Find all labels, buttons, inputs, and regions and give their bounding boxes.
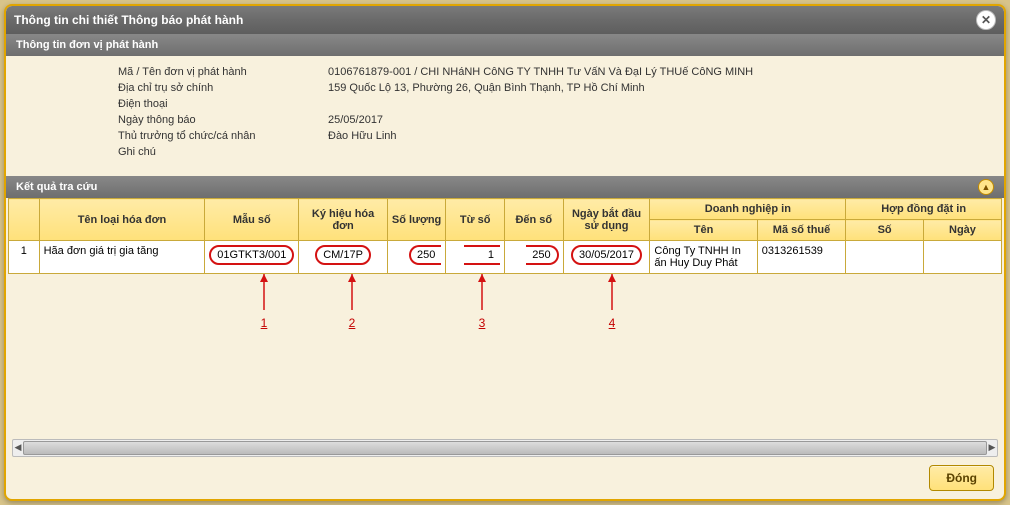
info-row: Thủ trưởng tổ chức/cá nhân Đào Hữu Linh: [18, 128, 992, 144]
highlight: 1: [464, 245, 500, 265]
highlight: 250: [409, 245, 441, 265]
col-hd-so: Số: [846, 220, 924, 241]
scrollbar-thumb[interactable]: [23, 441, 987, 455]
highlight: 30/05/2017: [571, 245, 642, 265]
callout-label: 3: [479, 316, 486, 330]
callout-arrow: 2: [346, 274, 358, 330]
modal-dialog: Thông tin chi thiết Thông báo phát hành …: [4, 4, 1006, 501]
callout-arrow: 3: [476, 274, 488, 330]
info-label: Ghi chú: [18, 146, 328, 158]
scroll-right-icon[interactable]: ▶: [987, 440, 997, 454]
section-header-issuer: Thông tin đơn vị phát hành: [6, 34, 1004, 56]
info-label: Địa chỉ trụ sở chính: [18, 82, 328, 94]
info-label: Mã / Tên đơn vị phát hành: [18, 66, 328, 78]
col-tuso: Từ số: [446, 199, 505, 241]
cell-ngaybd: 30/05/2017: [563, 241, 650, 274]
info-value: 25/05/2017: [328, 114, 992, 126]
chevron-up-icon[interactable]: ▲: [978, 179, 994, 195]
cell-kyhieu: CM/17P: [299, 241, 387, 274]
table-row: 1 Hãa đơn giá trị gia tăng 01GTKT3/001 C…: [9, 241, 1002, 274]
callout-label: 4: [609, 316, 616, 330]
info-row: Ghi chú: [18, 144, 992, 160]
callout-arrow: 1: [258, 274, 270, 330]
info-value: 0106761879-001 / CHI NHáNH CôNG TY TNHH …: [328, 66, 992, 78]
cell-dn-ten: Công Ty TNHH In ấn Huy Duy Phát: [650, 241, 757, 274]
col-dn-mst: Mã số thuế: [757, 220, 846, 241]
cell-mau: 01GTKT3/001: [205, 241, 299, 274]
highlight: 250: [526, 245, 558, 265]
col-hd-ngay: Ngày: [923, 220, 1001, 241]
scroll-left-icon[interactable]: ◀: [13, 440, 23, 454]
col-kyhieu: Ký hiệu hóa đơn: [299, 199, 387, 241]
cell-idx: 1: [9, 241, 40, 274]
info-row: Mã / Tên đơn vị phát hành 0106761879-001…: [18, 64, 992, 80]
dialog-title: Thông tin chi thiết Thông báo phát hành: [14, 13, 243, 27]
col-soluong: Số lượng: [387, 199, 446, 241]
issuer-info-body: Mã / Tên đơn vị phát hành 0106761879-001…: [6, 56, 1004, 176]
col-hd: Hợp đồng đặt in: [846, 199, 1002, 220]
info-label: Thủ trưởng tổ chức/cá nhân: [18, 130, 328, 142]
section-title-issuer: Thông tin đơn vị phát hành: [16, 39, 158, 51]
col-dn-ten: Tên: [650, 220, 757, 241]
info-row: Địa chỉ trụ sở chính 159 Quốc Lộ 13, Phư…: [18, 80, 992, 96]
close-icon[interactable]: ✕: [976, 10, 996, 30]
highlight: 01GTKT3/001: [209, 245, 294, 265]
info-label: Ngày thông báo: [18, 114, 328, 126]
col-ten: Tên loại hóa đơn: [39, 199, 205, 241]
info-label: Điện thoại: [18, 98, 328, 110]
highlight: CM/17P: [315, 245, 371, 265]
cell-dn-mst: 0313261539: [757, 241, 846, 274]
cell-soluong: 250: [387, 241, 446, 274]
callout-label: 1: [261, 316, 268, 330]
cell-tuso: 1: [446, 241, 505, 274]
cell-hd-ngay: [923, 241, 1001, 274]
col-dn: Doanh nghiệp in: [650, 199, 846, 220]
info-value: 159 Quốc Lộ 13, Phường 26, Quận Bình Thạ…: [328, 82, 992, 94]
cell-ten: Hãa đơn giá trị gia tăng: [39, 241, 205, 274]
info-row: Điện thoại: [18, 96, 992, 112]
section-title-results: Kết quả tra cứu: [16, 181, 97, 193]
col-index: [9, 199, 40, 241]
info-value: [328, 146, 992, 158]
col-ngaybd: Ngày bắt đầu sử dụng: [563, 199, 650, 241]
result-table: Tên loại hóa đơn Mẫu số Ký hiệu hóa đơn …: [8, 198, 1002, 274]
callout-label: 2: [349, 316, 356, 330]
horizontal-scrollbar[interactable]: ◀ ▶: [12, 439, 998, 457]
close-button[interactable]: Đóng: [929, 465, 994, 491]
result-table-wrap: Tên loại hóa đơn Mẫu số Ký hiệu hóa đơn …: [6, 198, 1004, 274]
info-value: [328, 98, 992, 110]
col-denso: Đến số: [505, 199, 564, 241]
info-value: Đào Hữu Linh: [328, 130, 992, 142]
cell-hd-so: [846, 241, 924, 274]
callout-arrow: 4: [606, 274, 618, 330]
cell-denso: 250: [505, 241, 564, 274]
section-header-results: Kết quả tra cứu ▲: [6, 176, 1004, 198]
titlebar: Thông tin chi thiết Thông báo phát hành …: [6, 6, 1004, 34]
annotation-callouts: 1 2 3 4: [6, 274, 1004, 334]
info-row: Ngày thông báo 25/05/2017: [18, 112, 992, 128]
dialog-footer: Đóng: [929, 465, 994, 491]
col-mau: Mẫu số: [205, 199, 299, 241]
